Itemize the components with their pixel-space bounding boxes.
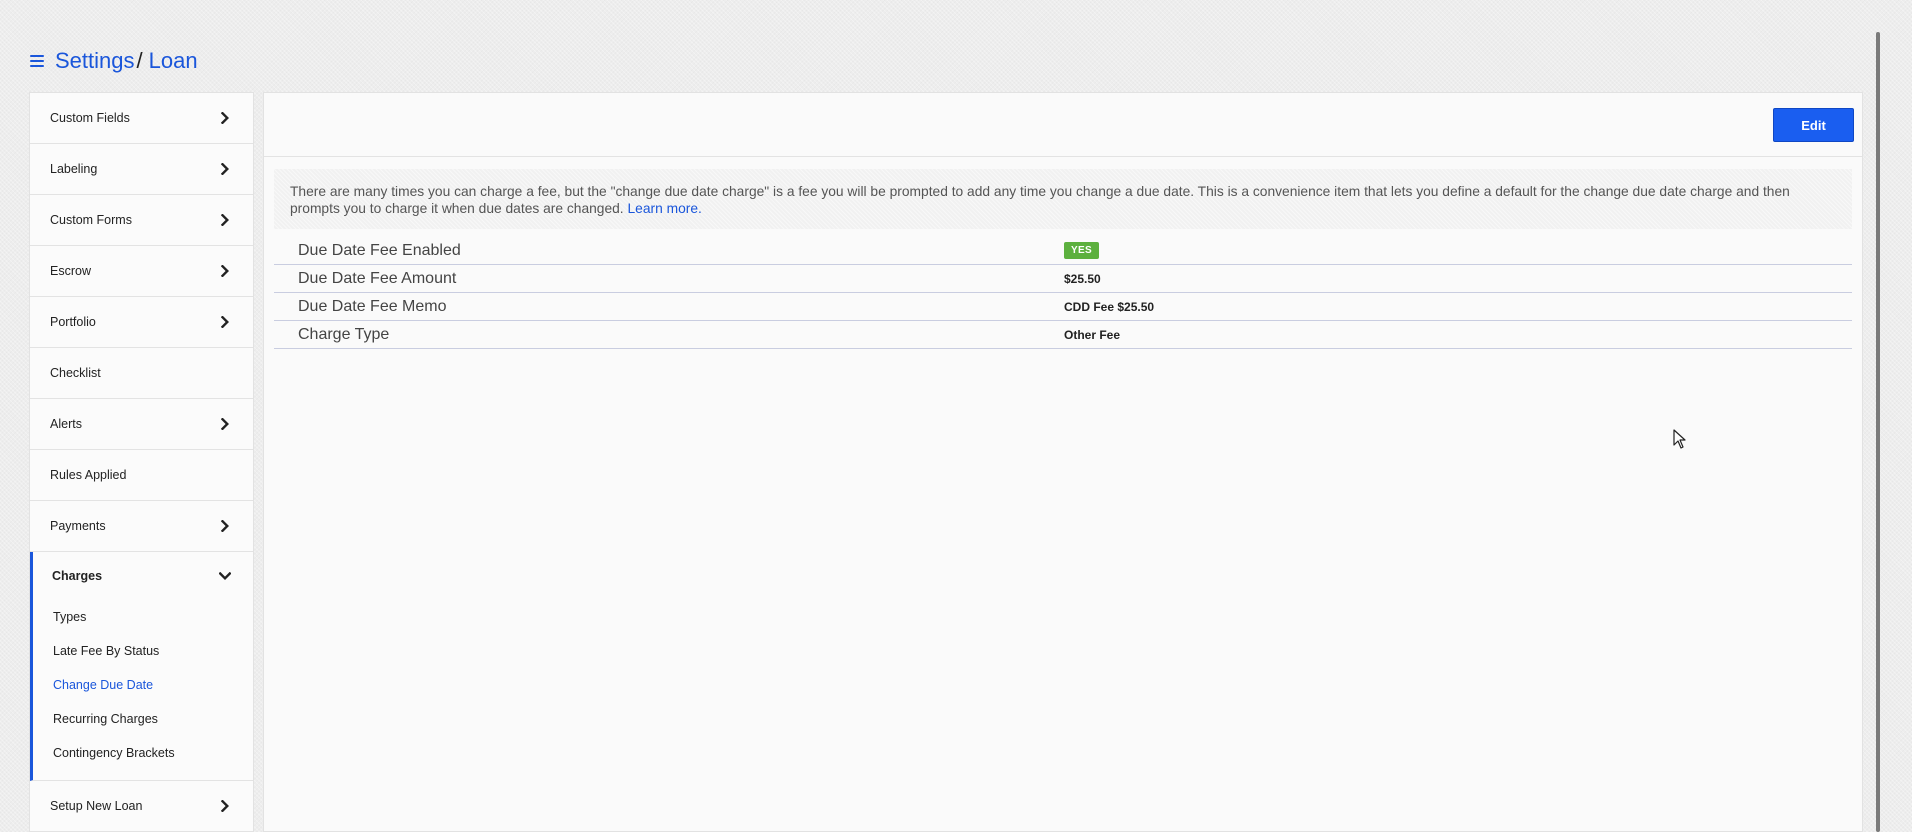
sidebar-item-labeling[interactable]: Labeling bbox=[30, 144, 253, 195]
setting-value: Other Fee bbox=[1064, 327, 1121, 342]
sidebar-item-label: Charges bbox=[52, 569, 103, 583]
chevron-right-icon bbox=[221, 163, 229, 175]
toolbar: Edit bbox=[264, 93, 1862, 157]
chevron-right-icon bbox=[221, 112, 229, 124]
sidebar-item-label: Payments bbox=[50, 519, 106, 533]
sidebar-group-charges: Charges Types Late Fee By Status Change Du… bbox=[30, 552, 253, 781]
sidebar-item-label: Alerts bbox=[50, 417, 82, 431]
sidebar-item-label: Labeling bbox=[50, 162, 98, 176]
setting-label: Due Date Fee Memo bbox=[298, 297, 447, 315]
sidebar-subitem-change-due-date[interactable]: Change Due Date bbox=[33, 668, 253, 702]
main-panel: Edit There are many times you can charge… bbox=[263, 92, 1863, 832]
sidebar-item-checklist[interactable]: Checklist bbox=[30, 348, 253, 399]
sidebar-item-label: Checklist bbox=[50, 366, 101, 380]
sidebar-item-setup-new-loan[interactable]: Setup New Loan bbox=[30, 781, 253, 832]
info-box: There are many times you can charge a fe… bbox=[274, 169, 1852, 229]
settings-table: Due Date Fee Enabled YES Due Date Fee Am… bbox=[274, 237, 1852, 349]
setting-label: Due Date Fee Amount bbox=[298, 269, 457, 287]
setting-value-cell: YES bbox=[1064, 242, 1099, 259]
settings-row: Due Date Fee Memo CDD Fee $25.50 bbox=[274, 293, 1852, 321]
sidebar-item-charges[interactable]: Charges bbox=[33, 552, 253, 600]
sidebar-item-rules-applied[interactable]: Rules Applied bbox=[30, 450, 253, 501]
setting-value: $25.50 bbox=[1064, 271, 1101, 286]
sidebar-item-payments[interactable]: Payments bbox=[30, 501, 253, 552]
sidebar-item-escrow[interactable]: Escrow bbox=[30, 246, 253, 297]
sidebar-item-label: Rules Applied bbox=[50, 468, 127, 482]
status-badge: YES bbox=[1064, 242, 1099, 259]
settings-row: Charge Type Other Fee bbox=[274, 321, 1852, 349]
setting-value: CDD Fee $25.50 bbox=[1064, 299, 1155, 314]
chevron-right-icon bbox=[221, 265, 229, 277]
sidebar-subitem-recurring-charges[interactable]: Recurring Charges bbox=[33, 702, 253, 736]
chevron-right-icon bbox=[221, 520, 229, 532]
hamburger-icon[interactable] bbox=[30, 55, 44, 67]
breadcrumb-loan[interactable]: Loan bbox=[149, 48, 198, 74]
setting-value-cell: $25.50 bbox=[1064, 272, 1101, 286]
sidebar-item-portfolio[interactable]: Portfolio bbox=[30, 297, 253, 348]
sidebar-subitem-late-fee-by-status[interactable]: Late Fee By Status bbox=[33, 634, 253, 668]
page-scrollbar[interactable] bbox=[1876, 32, 1880, 832]
sidebar-subitem-types[interactable]: Types bbox=[33, 600, 253, 634]
mouse-cursor-icon bbox=[1673, 429, 1686, 449]
sidebar-item-custom-fields[interactable]: Custom Fields bbox=[30, 93, 253, 144]
sidebar-item-label: Setup New Loan bbox=[50, 799, 143, 813]
settings-row: Due Date Fee Amount $25.50 bbox=[274, 265, 1852, 293]
setting-value-cell: Other Fee bbox=[1064, 328, 1120, 342]
breadcrumb-separator: / bbox=[136, 48, 143, 73]
setting-label: Due Date Fee Enabled bbox=[298, 241, 461, 259]
setting-value-cell: CDD Fee $25.50 bbox=[1064, 300, 1154, 314]
sidebar-item-custom-forms[interactable]: Custom Forms bbox=[30, 195, 253, 246]
settings-sidebar: Custom Fields Labeling Custom Forms Escr… bbox=[29, 92, 254, 832]
sidebar-item-alerts[interactable]: Alerts bbox=[30, 399, 253, 450]
sidebar-item-label: Portfolio bbox=[50, 315, 96, 329]
chevron-right-icon bbox=[221, 418, 229, 430]
chevron-right-icon bbox=[221, 800, 229, 812]
sidebar-item-label: Custom Fields bbox=[50, 111, 130, 125]
info-text: There are many times you can charge a fe… bbox=[290, 184, 1790, 216]
edit-button[interactable]: Edit bbox=[1773, 108, 1854, 142]
sidebar-item-label: Custom Forms bbox=[50, 213, 132, 227]
setting-label: Charge Type bbox=[298, 325, 390, 343]
chevron-right-icon bbox=[221, 214, 229, 226]
chevron-down-icon bbox=[219, 572, 231, 580]
sidebar-item-label: Escrow bbox=[50, 264, 91, 278]
learn-more-link[interactable]: Learn more. bbox=[627, 201, 701, 216]
page-header: Settings / Loan bbox=[30, 46, 198, 76]
breadcrumb-settings[interactable]: Settings bbox=[55, 48, 135, 74]
settings-row: Due Date Fee Enabled YES bbox=[274, 237, 1852, 265]
sidebar-subitem-contingency-brackets[interactable]: Contingency Brackets bbox=[33, 736, 253, 770]
chevron-right-icon bbox=[221, 316, 229, 328]
